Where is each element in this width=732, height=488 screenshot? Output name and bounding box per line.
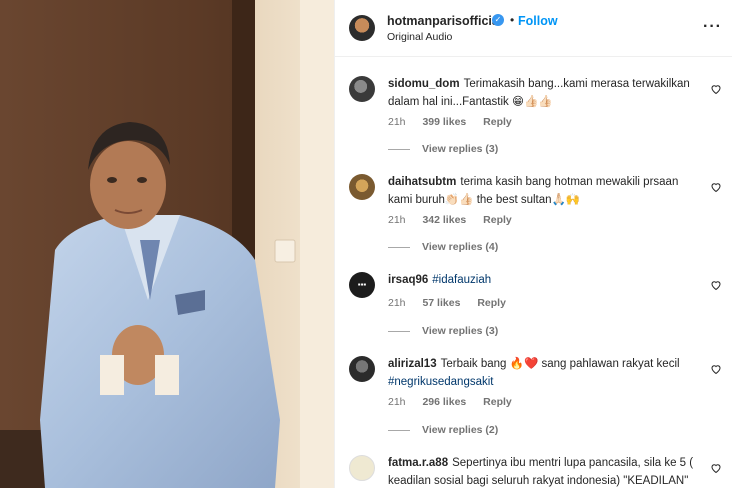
comment-likes[interactable]: 57 likes xyxy=(422,297,460,309)
view-replies-button[interactable]: View replies (3) xyxy=(388,143,498,155)
like-heart-icon[interactable] xyxy=(710,462,722,474)
header-separator: • xyxy=(510,13,515,27)
audio-label[interactable]: Original Audio xyxy=(387,31,452,43)
like-heart-icon[interactable] xyxy=(710,181,722,193)
more-options-icon[interactable]: ··· xyxy=(703,18,722,36)
follow-button[interactable]: Follow xyxy=(518,14,558,28)
comment-username[interactable]: sidomu_dom xyxy=(388,78,460,90)
post-header: hotmanparisofficial ✓ • Follow Original … xyxy=(335,0,732,57)
comment-time: 21h xyxy=(388,214,406,226)
like-heart-icon[interactable] xyxy=(710,363,722,375)
reply-button[interactable]: Reply xyxy=(477,297,506,309)
comment-body: Terbaik bang 🔥❤️ sang pahlawan rakyat ke… xyxy=(440,358,680,370)
comment-username[interactable]: alirizal13 xyxy=(388,358,437,370)
comment-meta: 21h 57 likes Reply xyxy=(388,297,520,309)
view-replies-button[interactable]: View replies (2) xyxy=(388,424,498,436)
like-heart-icon[interactable] xyxy=(710,83,722,95)
comment-text: alirizal13 Terbaik bang 🔥❤️ sang pahlawan… xyxy=(388,356,704,391)
commenter-avatar[interactable] xyxy=(349,356,375,382)
comment-likes[interactable]: 296 likes xyxy=(422,396,466,408)
view-replies-label: View replies (3) xyxy=(422,325,499,337)
comment-meta: 21h 342 likes Reply xyxy=(388,214,526,226)
comment-time: 21h xyxy=(388,116,406,128)
post-media-video[interactable] xyxy=(0,0,334,488)
view-replies-label: View replies (2) xyxy=(422,424,499,436)
view-replies-button[interactable]: View replies (4) xyxy=(388,241,498,253)
view-replies-label: View replies (3) xyxy=(422,143,499,155)
reply-button[interactable]: Reply xyxy=(483,116,512,128)
view-replies-button[interactable]: View replies (3) xyxy=(388,325,498,337)
replies-divider xyxy=(388,246,410,248)
comment-time: 21h xyxy=(388,297,406,309)
comment-text: irsaq96 #idafauziah xyxy=(388,272,704,290)
replies-divider xyxy=(388,148,410,150)
comment-hashtag[interactable]: #idafauziah xyxy=(432,274,491,286)
author-avatar[interactable] xyxy=(349,15,375,41)
comment-meta: 21h 296 likes Reply xyxy=(388,396,526,408)
verified-badge-icon: ✓ xyxy=(492,14,504,26)
comment-username[interactable]: fatma.r.a88 xyxy=(388,457,448,469)
commenter-avatar[interactable] xyxy=(349,76,375,102)
comment-username[interactable]: irsaq96 xyxy=(388,274,428,286)
commenter-avatar[interactable]: ▪▪▪ xyxy=(349,272,375,298)
post-video-frame xyxy=(0,0,334,488)
commenter-avatar[interactable] xyxy=(349,174,375,200)
comment-hashtag[interactable]: #negrikusedangsakit xyxy=(388,376,494,388)
comment-likes[interactable]: 342 likes xyxy=(422,214,466,226)
reply-button[interactable]: Reply xyxy=(483,214,512,226)
view-replies-label: View replies (4) xyxy=(422,241,499,253)
comment-likes[interactable]: 399 likes xyxy=(422,116,466,128)
comment-text: daihatsubtm terima kasih bang hotman mewa… xyxy=(388,174,704,209)
comment-text: fatma.r.a88 Sepertinya ibu mentri lupa pa… xyxy=(388,455,704,488)
comment-meta: 21h 399 likes Reply xyxy=(388,116,526,128)
commenter-avatar[interactable] xyxy=(349,455,375,481)
comment-username[interactable]: daihatsubtm xyxy=(388,176,456,188)
comment-time: 21h xyxy=(388,396,406,408)
replies-divider xyxy=(388,429,410,431)
like-heart-icon[interactable] xyxy=(710,279,722,291)
reply-button[interactable]: Reply xyxy=(483,396,512,408)
comments-panel: hotmanparisofficial ✓ • Follow Original … xyxy=(334,0,732,488)
replies-divider xyxy=(388,330,410,332)
comment-text: sidomu_dom Terimakasih bang...kami merasa… xyxy=(388,76,704,111)
author-username[interactable]: hotmanparisofficial xyxy=(387,14,502,28)
